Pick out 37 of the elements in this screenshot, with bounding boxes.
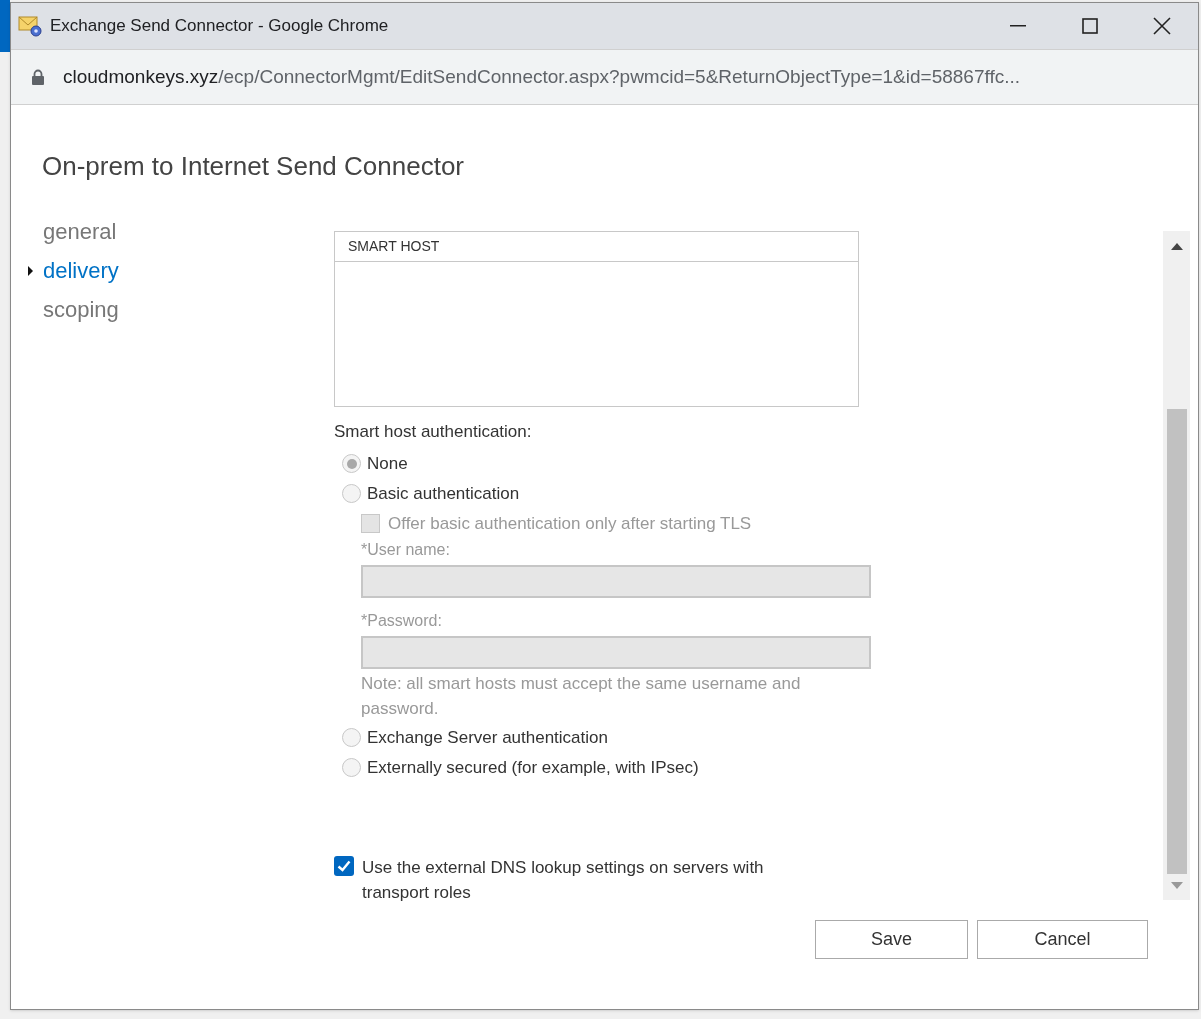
url-text: cloudmonkeys.xyz/ecp/ConnectorMgmt/EditSendConnector.aspx?pwmcid=5&ReturnObjectType=1&id=58867ffc...	[63, 64, 1021, 89]
field-label: *Password:	[360, 610, 443, 631]
nav-link[interactable]: delivery	[43, 254, 119, 287]
checkbox-label: Offer basic authentication only after starting TLS	[388, 512, 752, 535]
smart-host-list[interactable]: SMART HOST	[334, 231, 859, 407]
dns-checkbox[interactable]	[334, 855, 354, 876]
radio-button[interactable]	[342, 454, 361, 473]
scrollbar-thumb[interactable]	[1166, 409, 1187, 874]
section-label: Smart host authentication:	[334, 421, 533, 443]
radio-button[interactable]	[342, 728, 361, 747]
minimize-icon	[1010, 25, 1026, 27]
down-arrow-icon	[1170, 882, 1183, 889]
lock-icon	[31, 69, 45, 85]
cancel-button[interactable]: Cancel	[977, 920, 1148, 959]
address-bar[interactable]: cloudmonkeys.xyz/ecp/ConnectorMgmt/EditSendConnector.aspx?pwmcid=5&ReturnObjectType=1&id=58867ffc...	[11, 49, 1198, 105]
save-button[interactable]: Save	[815, 920, 968, 959]
selection-arrow-icon	[28, 265, 33, 276]
field-label: *User name:	[360, 539, 451, 560]
background-window-edge	[0, 0, 10, 52]
radio-label: Exchange Server authentication	[367, 726, 608, 749]
nav-link[interactable]: scoping	[43, 293, 119, 326]
window-title: Exchange Send Connector - Google Chrome	[50, 15, 389, 38]
radio-button[interactable]	[342, 758, 361, 777]
checkbox-label: Use the external DNS lookup settings on servers with transport roles	[362, 856, 765, 904]
close-icon	[1153, 17, 1171, 35]
up-arrow-icon	[1170, 243, 1183, 250]
scrollbar[interactable]	[1163, 231, 1190, 900]
column-header: SMART HOST	[348, 237, 440, 256]
note-text: Note: all smart hosts must accept the same username and password.	[360, 672, 802, 720]
envelope-gear-icon	[18, 14, 44, 38]
radio-label: None	[367, 452, 408, 475]
dialog-heading: On-prem to Internet Send Connector	[42, 150, 464, 183]
maximize-icon	[1082, 18, 1098, 34]
radio-label: Externally secured (for example, with IPsec)	[367, 756, 699, 779]
nav-link[interactable]: general	[43, 215, 117, 248]
radio-label: Basic authentication	[367, 482, 520, 505]
radio-button[interactable]	[342, 484, 361, 503]
